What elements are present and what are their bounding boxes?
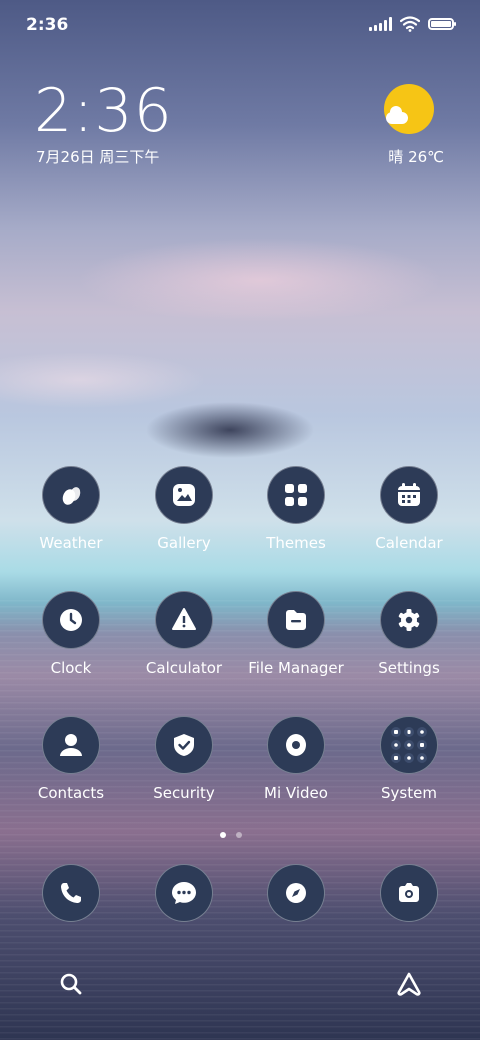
- page-indicator: [220, 832, 242, 838]
- assistant-icon: [395, 971, 423, 997]
- mi-video-icon: [267, 716, 325, 774]
- sun-cloud-icon: [384, 84, 434, 134]
- wifi-icon: [400, 16, 420, 32]
- camera-icon: [380, 864, 438, 922]
- app-label: File Manager: [248, 659, 344, 677]
- app-label: Calculator: [145, 659, 223, 677]
- app-label: Settings: [378, 659, 440, 677]
- app-label: Contacts: [37, 784, 105, 802]
- app-system-folder[interactable]: System: [354, 716, 464, 802]
- app-file-manager[interactable]: File Manager: [241, 591, 351, 677]
- app-gallery[interactable]: Gallery: [129, 466, 239, 552]
- settings-icon: [380, 591, 438, 649]
- page-dot-active: [220, 832, 226, 838]
- system-folder-icon: [380, 716, 438, 774]
- status-time: 2:36: [26, 15, 69, 35]
- contacts-icon: [42, 716, 100, 774]
- security-icon: [155, 716, 213, 774]
- status-icons: [369, 16, 456, 32]
- app-label: Themes: [266, 534, 326, 552]
- signal-icon: [369, 17, 392, 31]
- dock-camera[interactable]: [354, 864, 464, 922]
- weather-icon: [42, 466, 100, 524]
- app-label: System: [381, 784, 437, 802]
- clock-icon: [42, 591, 100, 649]
- gallery-icon: [155, 466, 213, 524]
- app-clock[interactable]: Clock: [16, 591, 126, 677]
- app-calendar[interactable]: Calendar: [354, 466, 464, 552]
- clock-widget-date[interactable]: 7月26日 周三下午: [36, 146, 159, 167]
- browser-icon: [267, 864, 325, 922]
- dock-browser[interactable]: [241, 864, 351, 922]
- page-dot: [236, 832, 242, 838]
- status-bar: 2:36: [0, 0, 480, 50]
- app-weather[interactable]: Weather: [16, 466, 126, 552]
- app-label: Calendar: [375, 534, 443, 552]
- battery-icon: [428, 18, 456, 30]
- app-calculator[interactable]: Calculator: [129, 591, 239, 677]
- dock-messages[interactable]: [129, 864, 239, 922]
- assistant-button[interactable]: [380, 955, 438, 1013]
- app-contacts[interactable]: Contacts: [16, 716, 126, 802]
- calculator-icon: [155, 591, 213, 649]
- dock-phone[interactable]: [16, 864, 126, 922]
- weather-widget-text[interactable]: 晴 26℃: [388, 146, 444, 167]
- app-label: Weather: [39, 534, 103, 552]
- app-themes[interactable]: Themes: [241, 466, 351, 552]
- app-label: Clock: [50, 659, 92, 677]
- calendar-icon: [380, 466, 438, 524]
- search-button[interactable]: [42, 955, 100, 1013]
- search-icon: [59, 972, 83, 996]
- app-label: Security: [153, 784, 215, 802]
- app-security[interactable]: Security: [129, 716, 239, 802]
- app-label: Gallery: [157, 534, 211, 552]
- phone-icon: [42, 864, 100, 922]
- weather-widget[interactable]: [374, 84, 444, 134]
- file-manager-icon: [267, 591, 325, 649]
- messages-icon: [155, 864, 213, 922]
- bottom-bar: [0, 955, 480, 1015]
- app-mi-video[interactable]: Mi Video: [241, 716, 351, 802]
- clock-widget-time[interactable]: 2:36: [34, 76, 173, 146]
- app-settings[interactable]: Settings: [354, 591, 464, 677]
- app-label: Mi Video: [264, 784, 328, 802]
- themes-icon: [267, 466, 325, 524]
